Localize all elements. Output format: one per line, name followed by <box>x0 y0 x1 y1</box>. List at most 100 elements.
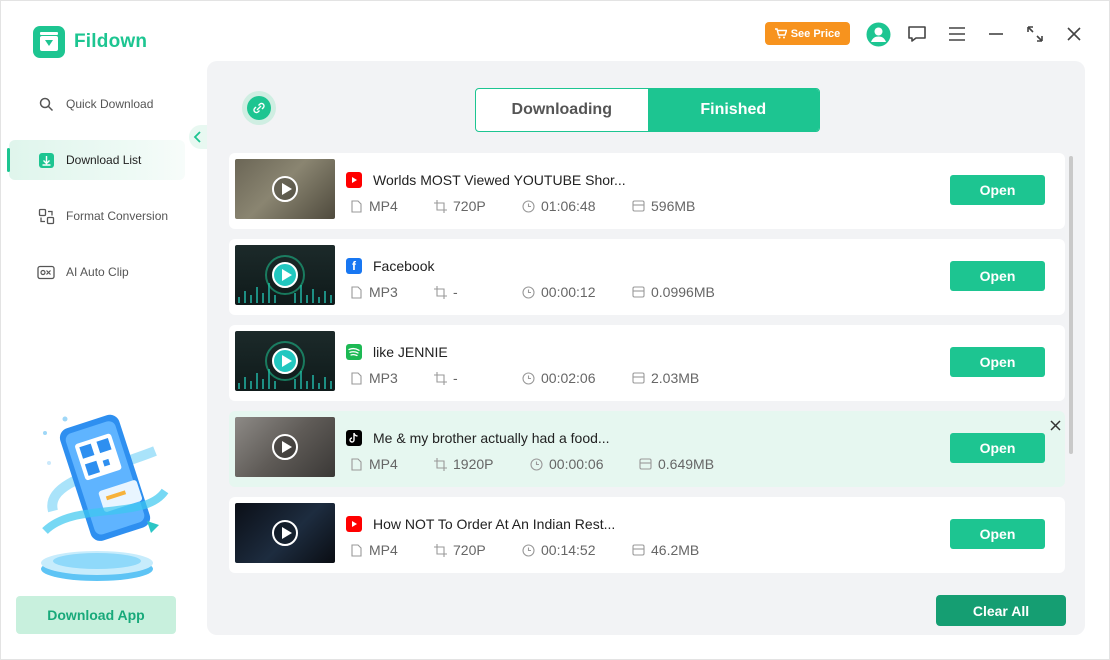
size-meta: 0.0996MB <box>631 284 715 300</box>
size-value: 0.0996MB <box>651 284 715 300</box>
resolution-value: - <box>453 370 458 386</box>
see-price-button[interactable]: See Price <box>765 22 850 45</box>
duration-meta: 00:00:06 <box>529 456 604 472</box>
resolution-meta: - <box>433 284 458 300</box>
file-icon <box>349 285 363 299</box>
open-button[interactable]: Open <box>950 175 1045 205</box>
crop-icon <box>433 371 447 385</box>
file-icon <box>349 199 363 213</box>
clear-all-button[interactable]: Clear All <box>936 595 1066 626</box>
format-value: MP3 <box>369 370 398 386</box>
expand-icon <box>1027 26 1043 42</box>
open-button[interactable]: Open <box>950 347 1045 377</box>
feedback-button[interactable] <box>904 21 930 47</box>
duration-value: 01:06:48 <box>541 198 596 214</box>
download-list-icon <box>37 151 55 169</box>
minimize-button[interactable] <box>983 21 1009 47</box>
spotify-icon <box>346 344 362 360</box>
download-tabs: Downloading Finished <box>475 88 820 132</box>
download-list: Worlds MOST Viewed YOUTUBE Shor... MP4 7… <box>229 151 1067 576</box>
tab-downloading[interactable]: Downloading <box>476 89 648 131</box>
format-meta: MP3 <box>349 284 398 300</box>
file-icon <box>349 371 363 385</box>
format-conversion-icon <box>37 207 55 225</box>
duration-value: 00:02:06 <box>541 370 596 386</box>
sidebar-item-label: Download List <box>66 153 142 167</box>
resolution-meta: 720P <box>433 542 486 558</box>
size-value: 2.03MB <box>651 370 700 386</box>
sidebar-item-format-conversion[interactable]: Format Conversion <box>9 196 185 236</box>
duration-meta: 01:06:48 <box>521 198 596 214</box>
storage-icon <box>638 457 652 471</box>
resolution-value: - <box>453 284 458 300</box>
sidebar-item-quick-download[interactable]: Quick Download <box>9 84 185 124</box>
collapse-sidebar-button[interactable] <box>189 125 207 149</box>
video-thumbnail[interactable] <box>235 159 335 219</box>
paste-link-button[interactable] <box>242 91 276 125</box>
download-app-illustration <box>35 411 181 586</box>
size-value: 46.2MB <box>651 542 700 558</box>
video-thumbnail[interactable] <box>235 503 335 563</box>
sidebar-item-label: Quick Download <box>66 97 154 111</box>
chevron-left-icon <box>193 131 201 143</box>
storage-icon <box>631 371 645 385</box>
resolution-value: 720P <box>453 198 486 214</box>
expand-button[interactable] <box>1022 21 1048 47</box>
see-price-label: See Price <box>790 27 841 40</box>
play-icon <box>272 434 298 460</box>
play-icon <box>272 176 298 202</box>
menu-button[interactable] <box>944 21 970 47</box>
sidebar-item-download-list[interactable]: Download List <box>7 140 185 180</box>
open-button[interactable]: Open <box>950 261 1045 291</box>
tab-finished[interactable]: Finished <box>647 89 819 131</box>
format-value: MP3 <box>369 284 398 300</box>
format-meta: MP4 <box>349 542 398 558</box>
file-icon <box>349 543 363 557</box>
link-icon <box>253 102 265 114</box>
size-meta: 0.649MB <box>638 456 714 472</box>
size-meta: 596MB <box>631 198 695 214</box>
app-logo: Fildown <box>33 26 147 58</box>
open-button[interactable]: Open <box>950 519 1045 549</box>
resolution-value: 1920P <box>453 456 494 472</box>
video-title: Me & my brother actually had a food... <box>373 430 610 446</box>
size-value: 0.649MB <box>658 456 715 472</box>
youtube-icon <box>346 172 362 188</box>
download-app-button[interactable]: Download App <box>16 596 176 634</box>
fildown-logo-icon <box>33 26 65 58</box>
clock-icon <box>521 543 535 557</box>
remove-item-button[interactable] <box>1047 417 1063 433</box>
clock-icon <box>529 457 543 471</box>
clock-icon <box>521 371 535 385</box>
format-value: MP4 <box>369 198 398 214</box>
account-button[interactable] <box>865 21 891 47</box>
close-icon <box>1049 419 1061 431</box>
video-title: like JENNIE <box>373 344 448 360</box>
ai-clip-icon <box>37 263 55 281</box>
search-icon <box>37 95 55 113</box>
format-value: MP4 <box>369 456 398 472</box>
open-button[interactable]: Open <box>950 433 1045 463</box>
list-scrollbar[interactable] <box>1069 156 1073 454</box>
crop-icon <box>433 199 447 213</box>
list-item: f Facebook MP3 - 00:00:12 0.0996MB Open <box>229 239 1065 315</box>
list-item: like JENNIE MP3 - 00:02:06 2.03MB Open <box>229 325 1065 401</box>
app-name: Fildown <box>74 31 148 52</box>
cart-icon <box>774 28 787 39</box>
size-meta: 46.2MB <box>631 542 699 558</box>
audio-thumbnail[interactable] <box>235 331 335 391</box>
close-button[interactable] <box>1061 21 1087 47</box>
sidebar-item-label: Format Conversion <box>66 209 169 223</box>
sidebar-item-ai-auto-clip[interactable]: AI Auto Clip <box>9 252 185 292</box>
video-thumbnail[interactable] <box>235 417 335 477</box>
audio-thumbnail[interactable] <box>235 245 335 305</box>
duration-value: 00:00:12 <box>541 284 596 300</box>
storage-icon <box>631 543 645 557</box>
clock-icon <box>521 285 535 299</box>
size-value: 596MB <box>651 198 696 214</box>
video-title: Worlds MOST Viewed YOUTUBE Shor... <box>373 172 626 188</box>
menu-icon <box>949 27 965 41</box>
facebook-icon: f <box>346 258 362 274</box>
file-icon <box>349 457 363 471</box>
sidebar-item-label: AI Auto Clip <box>66 265 129 279</box>
